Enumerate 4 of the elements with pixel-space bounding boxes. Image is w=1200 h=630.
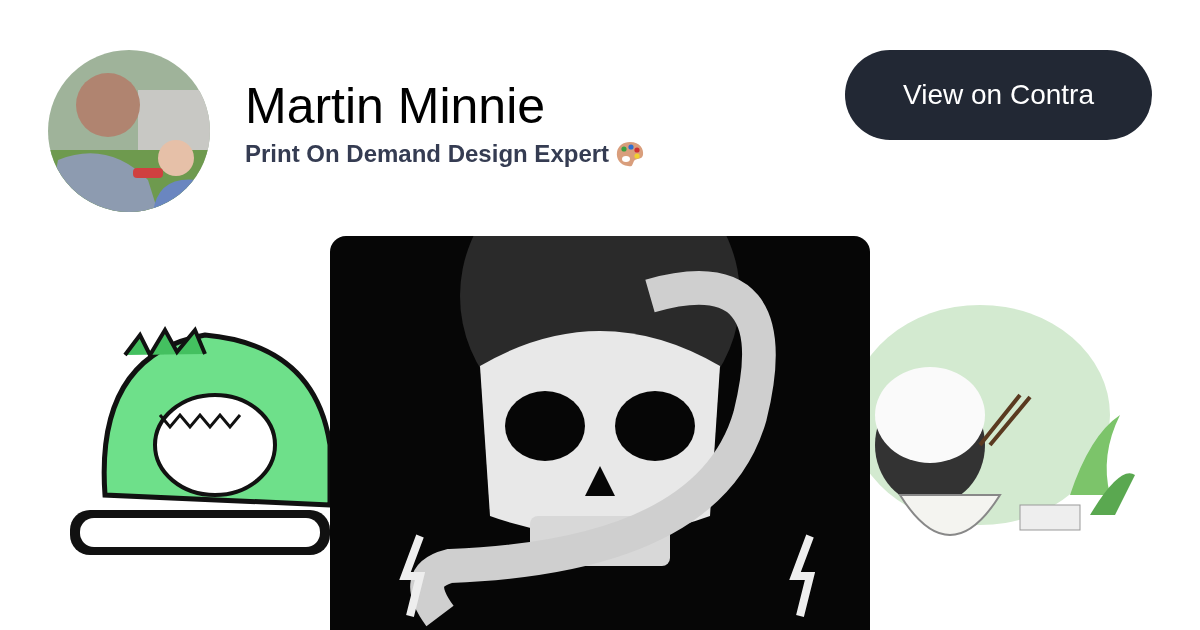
palette-icon <box>615 140 646 168</box>
profile-headline: Print On Demand Design Expert <box>245 140 610 168</box>
view-profile-button[interactable]: View on Contra <box>845 50 1152 140</box>
profile-name: Martin Minnie <box>245 77 547 136</box>
